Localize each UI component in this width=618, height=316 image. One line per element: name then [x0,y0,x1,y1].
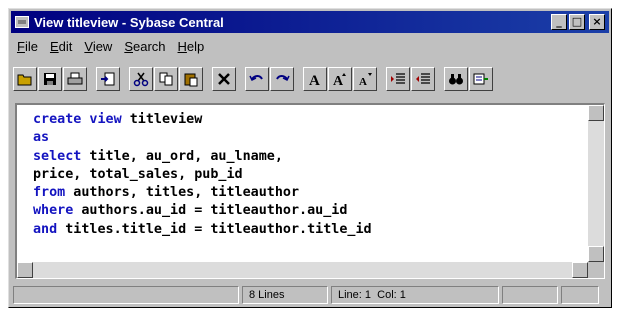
font-smaller-button[interactable]: A [353,67,377,91]
menu-view[interactable]: View [78,39,118,54]
sql-text-token: titleview [121,112,203,127]
sql-text-token: authors, titles, titleauthor [65,185,300,201]
font-glyph: A [309,73,320,87]
find-button[interactable] [444,67,468,91]
redo-icon [276,75,290,82]
paste-button[interactable] [179,67,203,91]
close-button[interactable]: × [589,14,605,30]
outdent-button[interactable] [411,67,435,91]
sql-keyword: from [33,185,66,201]
vertical-scrollbar[interactable] [588,105,604,262]
open-button[interactable] [13,67,37,91]
menu-bar: File Edit View Search Help [11,36,609,56]
code-line[interactable]: and titles.title_id = titleauthor.title_… [33,221,372,239]
status-pane-extra [502,286,558,304]
horizontal-scrollbar[interactable] [17,262,588,278]
status-bar: 8 Lines Line: 1 Col: 1 [13,286,607,304]
save-button[interactable] [38,67,62,91]
sql-text-token: price, total_sales, pub_id [33,166,243,182]
window-title: View titleview - Sybase Central [34,14,224,30]
font-button[interactable]: A [303,67,327,91]
sql-text-token: title, au_ord, au_lname, [81,148,283,164]
minimize-button[interactable]: _ [551,14,567,30]
run-button[interactable] [469,67,493,91]
import-icon [101,72,115,86]
scroll-up-button[interactable] [588,105,604,121]
status-pane-empty [13,286,239,304]
open-icon [17,74,32,86]
indent-icon [391,73,405,84]
undo-icon [249,75,263,82]
cut-button[interactable] [129,67,153,91]
menu-file[interactable]: File [11,39,44,54]
save-icon [44,73,56,85]
scroll-down-button[interactable] [588,246,604,262]
size-grip[interactable] [588,262,604,278]
font-smaller-glyph: A [359,76,367,87]
delete-icon [218,73,230,85]
paste-icon [184,73,198,87]
code-line[interactable]: create view titleview [33,111,372,129]
redo-button[interactable] [270,67,294,91]
sql-editor[interactable]: create view titleview as select title, au_… [15,103,605,279]
application-window: View titleview - Sybase Central _ □ × Fi… [8,8,612,308]
font-icon: A [309,73,320,87]
font-larger-icon: A [333,73,346,87]
sql-keyword: and [33,221,58,237]
status-cursor-position: Line: 1 Col: 1 [331,286,499,304]
code-line[interactable]: select title, au_ord, au_lname, [33,148,372,166]
scroll-left-button[interactable] [17,262,33,278]
code-line[interactable]: price, total_sales, pub_id [33,166,372,184]
maximize-button[interactable]: □ [569,14,585,30]
title-bar[interactable]: View titleview - Sybase Central _ □ × [11,11,609,33]
sql-text[interactable]: create view titleview as select title, au_… [33,111,372,239]
delete-button[interactable] [212,67,236,91]
print-icon [67,72,83,85]
menu-help[interactable]: Help [172,39,211,54]
cut-icon [133,72,149,87]
print-button[interactable] [63,67,87,91]
font-smaller-icon: A [359,73,372,87]
indent-button[interactable] [386,67,410,91]
sql-keyword: create view [33,112,122,127]
run-icon [473,73,488,85]
menu-search[interactable]: Search [118,39,171,54]
toolbar: A A A [13,63,607,95]
copy-button[interactable] [154,67,178,91]
status-line-count: 8 Lines [242,286,328,304]
code-line[interactable]: where authors.au_id = titleauthor.au_id [33,202,372,220]
sql-text-token: authors.au_id = titleauthor.au_id [73,203,348,219]
find-icon [449,74,463,85]
sql-keyword: where [33,203,74,219]
sql-keyword: select [33,148,82,164]
undo-button[interactable] [245,67,269,91]
application-icon[interactable] [15,16,29,28]
code-line[interactable]: as [33,129,372,147]
copy-icon [159,72,173,86]
code-line[interactable]: from authors, titles, titleauthor [33,184,372,202]
sql-keyword: as [33,130,50,146]
font-larger-button[interactable]: A [328,67,352,91]
outdent-icon [416,73,430,84]
scroll-right-button[interactable] [572,262,588,278]
status-pane-last [561,286,599,304]
menu-edit[interactable]: Edit [44,39,78,54]
sql-text-token: titles.title_id = titleauthor.title_id [57,221,372,237]
import-button[interactable] [96,67,120,91]
